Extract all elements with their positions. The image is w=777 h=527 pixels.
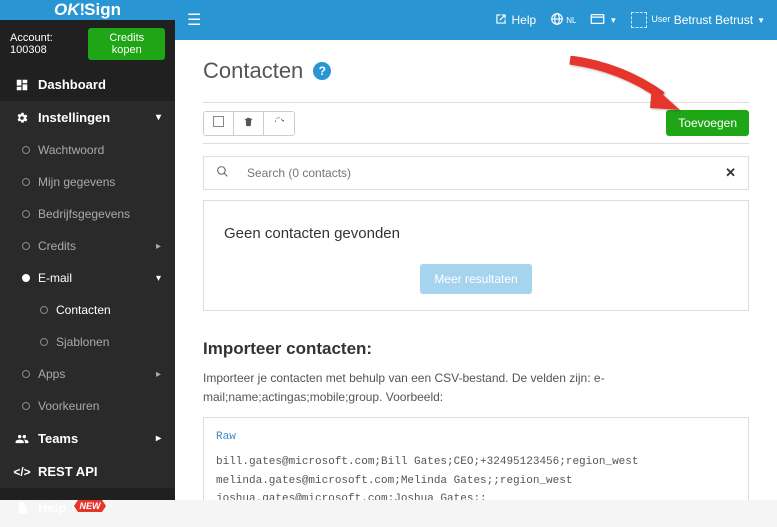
nav-wachtwoord[interactable]: Wachtwoord: [0, 134, 175, 166]
results-box: Geen contacten gevonden Meer resultaten: [203, 200, 749, 311]
lang-code: NL: [566, 16, 576, 25]
globe-icon: [550, 12, 564, 29]
search-row: ✕: [203, 156, 749, 190]
user-sublabel: User: [651, 15, 670, 25]
help-icon: [14, 501, 30, 515]
nav-apps[interactable]: Apps ▸: [0, 358, 175, 390]
topbar-user[interactable]: User Betrust Betrust ▼: [631, 12, 765, 28]
clear-search-button[interactable]: ✕: [713, 157, 748, 189]
chevron-down-icon: ▼: [757, 16, 765, 25]
topbar: ☰ Help NL ▼ User Betrust Betrust ▼: [175, 0, 777, 40]
add-button[interactable]: Toevoegen: [666, 110, 749, 136]
circle-icon: [22, 370, 30, 378]
nav-label: Bedrijfsgegevens: [38, 207, 130, 221]
toolbar-button-group: [203, 111, 295, 136]
chevron-down-icon: ▾: [156, 273, 161, 284]
circle-icon: [22, 210, 30, 218]
chevron-right-icon: ▸: [156, 369, 161, 380]
credits-buy-button[interactable]: Credits kopen: [88, 28, 165, 60]
topbar-language[interactable]: NL: [550, 12, 576, 29]
nav-label: Sjablonen: [56, 335, 109, 349]
chevron-down-icon: ▾: [156, 112, 161, 123]
nav-label: Help: [38, 500, 66, 515]
nav-dashboard[interactable]: Dashboard: [0, 68, 175, 101]
nav-help[interactable]: Help NEW: [0, 488, 175, 527]
empty-message: Geen contacten gevonden: [224, 225, 728, 242]
nav-label: Apps: [38, 367, 65, 381]
chevron-down-icon: ▼: [609, 16, 617, 25]
nav-label: E-mail: [38, 271, 72, 285]
help-icon: [494, 12, 508, 29]
gear-icon: [14, 111, 30, 125]
page-title: Contacten ?: [203, 58, 749, 84]
delete-button[interactable]: [234, 112, 264, 135]
circle-icon: [22, 146, 30, 154]
nav-label: Mijn gegevens: [38, 175, 115, 189]
nav-label: Voorkeuren: [38, 399, 99, 413]
topbar-documents[interactable]: ▼: [590, 12, 617, 29]
select-all-button[interactable]: [204, 112, 234, 135]
circle-icon: [22, 242, 30, 250]
search-icon: [204, 157, 241, 189]
chevron-right-icon: ▸: [156, 433, 161, 444]
refresh-button[interactable]: [264, 112, 294, 135]
nav-credits[interactable]: Credits ▸: [0, 230, 175, 262]
nav-label: Instellingen: [38, 110, 110, 125]
nav-label: Wachtwoord: [38, 143, 104, 157]
user-name: Betrust Betrust: [674, 13, 753, 27]
nav-contacten[interactable]: Contacten: [0, 294, 175, 326]
avatar-placeholder-icon: [631, 12, 647, 28]
nav-email[interactable]: E-mail ▾: [0, 262, 175, 294]
menu-toggle-icon[interactable]: ☰: [187, 10, 201, 30]
example-box: Raw bill.gates@microsoft.com;Bill Gates;…: [203, 417, 749, 500]
toolbar: Toevoegen: [203, 102, 749, 144]
users-icon: [14, 432, 30, 446]
nav-label: Teams: [38, 431, 78, 446]
trash-icon: [243, 116, 254, 128]
nav-sjablonen[interactable]: Sjablonen: [0, 326, 175, 358]
topbar-help[interactable]: Help: [494, 12, 536, 29]
account-row: Account: 100308 Credits kopen: [0, 20, 175, 68]
nav-label: Credits: [38, 239, 76, 253]
nav-voorkeuren[interactable]: Voorkeuren: [0, 390, 175, 422]
brand-sign: Sign: [84, 0, 121, 20]
import-heading: Importeer contacten:: [203, 339, 749, 359]
content-area: Contacten ? Toevoegen: [175, 40, 777, 500]
nav-mijn-gegevens[interactable]: Mijn gegevens: [0, 166, 175, 198]
nav-label: Dashboard: [38, 77, 106, 92]
raw-label: Raw: [216, 428, 736, 447]
circle-icon: [22, 402, 30, 410]
nav-rest-api[interactable]: </> REST API: [0, 455, 175, 488]
nav-teams[interactable]: Teams ▸: [0, 422, 175, 455]
chevron-right-icon: ▸: [156, 241, 161, 252]
dashboard-icon: [14, 78, 30, 92]
sidebar: OK!Sign Account: 100308 Credits kopen Da…: [0, 0, 175, 500]
page-title-text: Contacten: [203, 58, 303, 84]
nav-settings[interactable]: Instellingen ▾: [0, 101, 175, 134]
brand-ok: OK: [54, 0, 80, 20]
help-tooltip-icon[interactable]: ?: [313, 62, 331, 80]
topbar-help-label: Help: [512, 13, 537, 27]
example-code: bill.gates@microsoft.com;Bill Gates;CEO;…: [216, 456, 638, 500]
more-results-button[interactable]: Meer resultaten: [420, 264, 531, 294]
import-intro: Importeer je contacten met behulp van ee…: [203, 369, 749, 407]
refresh-icon: [273, 116, 285, 128]
checkbox-icon: [213, 116, 224, 127]
window-icon: [590, 12, 605, 29]
svg-text:NEW: NEW: [80, 501, 103, 511]
code-icon: </>: [14, 465, 30, 479]
new-badge-icon: NEW: [72, 497, 108, 518]
circle-icon: [40, 306, 48, 314]
nav-bedrijfsgegevens[interactable]: Bedrijfsgegevens: [0, 198, 175, 230]
circle-icon: [22, 178, 30, 186]
search-input[interactable]: [241, 158, 713, 188]
brand-logo: OK!Sign: [0, 0, 175, 20]
nav-label: Contacten: [56, 303, 111, 317]
account-label: Account: 100308: [10, 32, 88, 56]
nav-label: REST API: [38, 464, 97, 479]
circle-icon: [40, 338, 48, 346]
circle-icon: [22, 274, 30, 282]
